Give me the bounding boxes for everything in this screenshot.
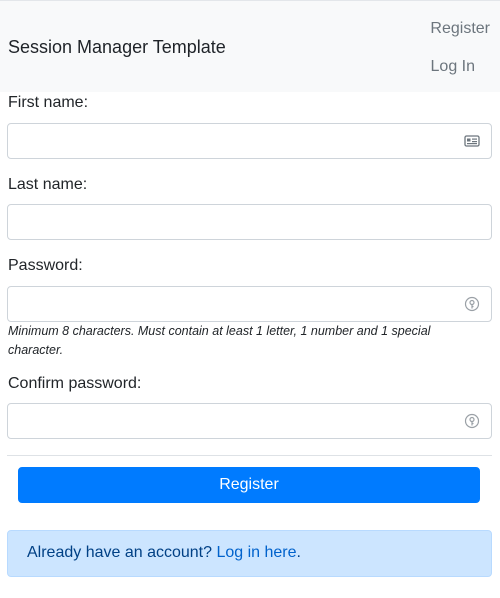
password-input[interactable] <box>8 287 491 321</box>
last-name-input[interactable] <box>8 205 491 239</box>
password-key-icon[interactable] <box>464 413 480 429</box>
confirm-password-label: Confirm password: <box>8 375 142 392</box>
confirm-password-field[interactable] <box>7 403 492 439</box>
alert-text: Already have an account? <box>27 544 217 561</box>
contact-card-icon <box>464 135 480 147</box>
first-name-label: First name: <box>8 94 89 111</box>
first-name-input[interactable] <box>8 124 491 158</box>
nav-login-link[interactable]: Log In <box>431 58 475 76</box>
register-button[interactable]: Register <box>18 467 480 503</box>
last-name-label: Last name: <box>8 176 88 193</box>
confirm-password-input[interactable] <box>8 404 491 438</box>
navbar: Session Manager Template Register Log In <box>0 0 500 92</box>
password-field[interactable] <box>7 286 492 322</box>
login-here-link[interactable]: Log in here <box>216 544 296 561</box>
navbar-brand[interactable]: Session Manager Template <box>8 37 226 58</box>
form-divider <box>7 455 492 456</box>
first-name-field[interactable] <box>7 123 492 159</box>
alert-suffix: . <box>296 544 301 561</box>
login-alert: Already have an account? Log in here. <box>7 530 492 577</box>
nav-register-link[interactable]: Register <box>430 20 490 38</box>
password-key-icon[interactable] <box>464 296 480 312</box>
password-hint: Minimum 8 characters. Must contain at le… <box>8 324 431 357</box>
password-label: Password: <box>8 257 83 274</box>
last-name-field[interactable] <box>7 204 492 240</box>
